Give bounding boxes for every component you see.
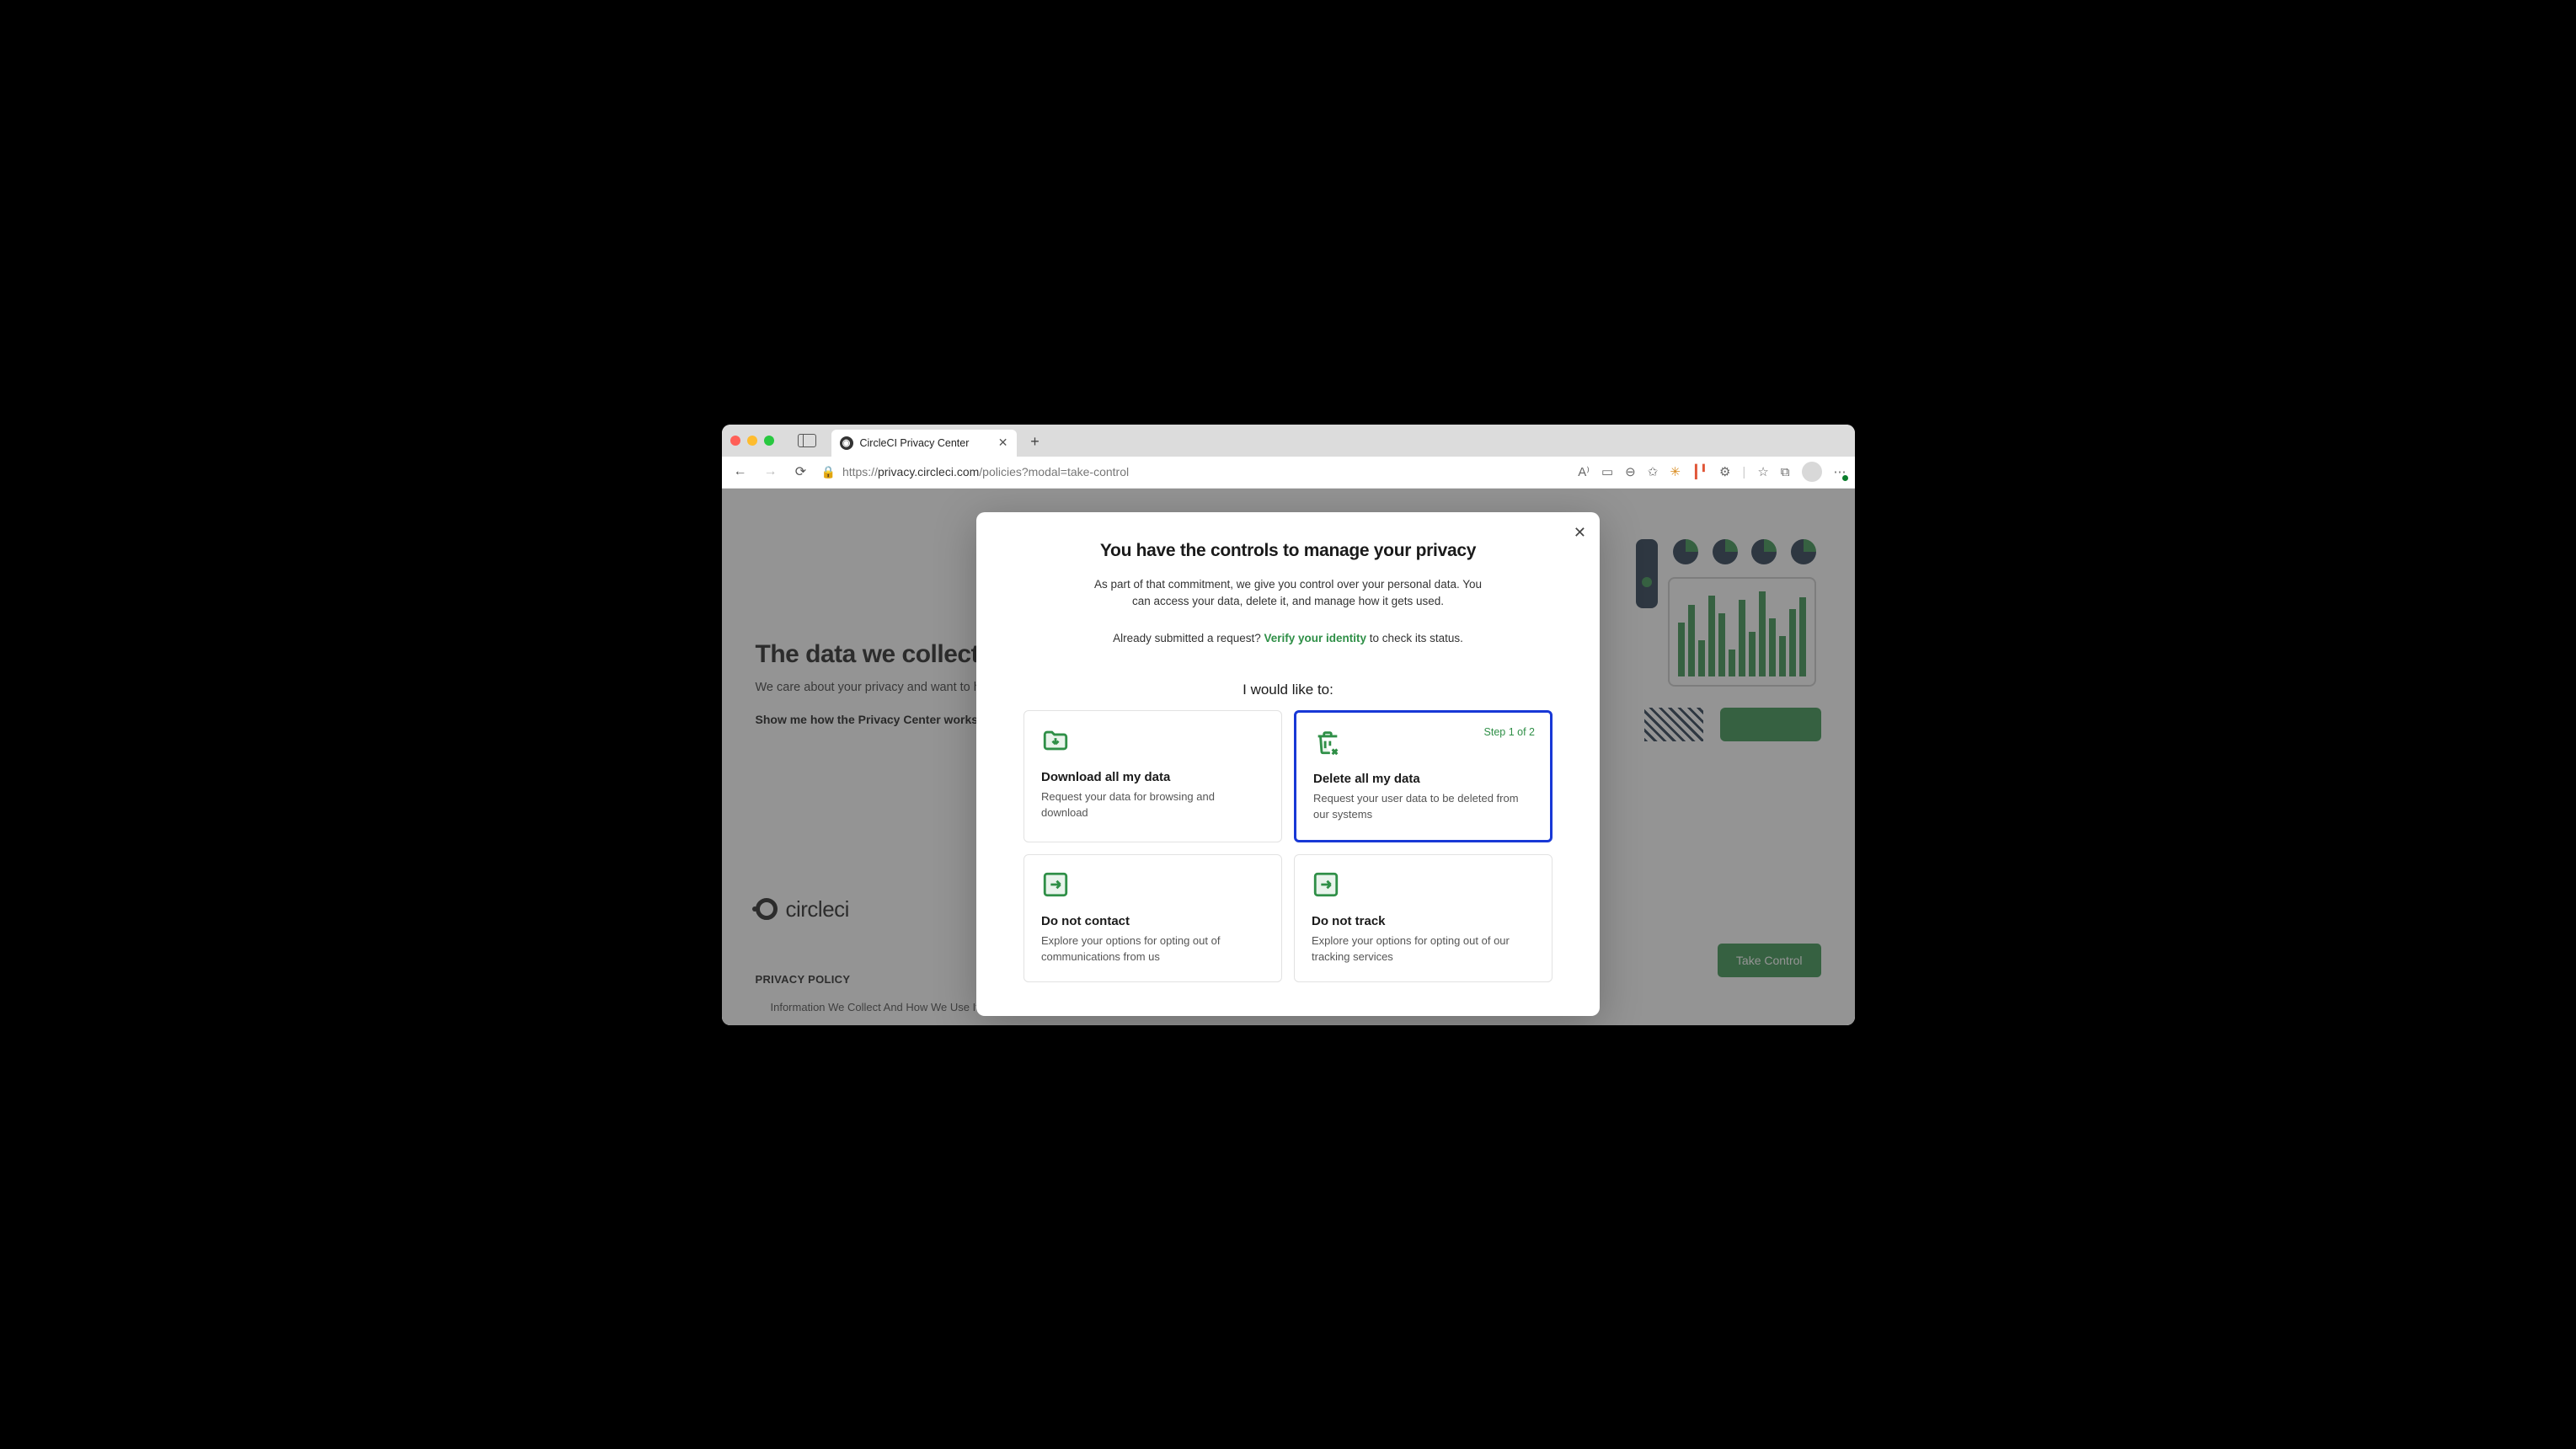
privacy-modal: ✕ You have the controls to manage your p… [976, 512, 1600, 1017]
card-desc: Request your data for browsing and downl… [1041, 789, 1264, 821]
url-text: https://privacy.circleci.com/policies?mo… [842, 465, 1129, 479]
arrow-right-box-icon [1312, 870, 1340, 899]
verify-identity-link[interactable]: Verify your identity [1264, 632, 1367, 644]
extensions-icon[interactable]: ⚙ [1719, 464, 1730, 479]
forward-button[interactable]: → [761, 464, 781, 479]
new-tab-button[interactable]: + [1023, 430, 1047, 454]
trash-x-icon [1313, 728, 1342, 757]
toolbar-right: A⁾ ▭ ⊖ ✩ ✳ ┃╹ ⚙ | ☆ ⧉ ⋯ [1578, 462, 1846, 482]
browser-window: ◉ CircleCI Privacy Center ✕ + ← → ⟳ 🔒 ht… [722, 425, 1855, 1025]
window-minimize-button[interactable] [747, 436, 757, 446]
collections-icon[interactable]: ⧉ [1781, 465, 1790, 479]
modal-title: You have the controls to manage your pri… [1023, 541, 1553, 561]
tab-favicon: ◉ [840, 436, 853, 450]
modal-section-title: I would like to: [1023, 682, 1553, 698]
arrow-right-box-icon [1041, 870, 1070, 899]
read-aloud-icon[interactable]: A⁾ [1578, 464, 1590, 479]
window-close-button[interactable] [730, 436, 740, 446]
sidebar-toggle-icon[interactable] [798, 434, 816, 447]
card-delete-data[interactable]: Step 1 of 2 Delete all my data Request y… [1294, 710, 1553, 842]
card-desc: Explore your options for opting out of c… [1041, 933, 1264, 965]
modal-overlay[interactable]: ✕ You have the controls to manage your p… [722, 489, 1855, 1025]
favorites-add-icon[interactable]: ✩ [1648, 464, 1659, 479]
window-maximize-button[interactable] [764, 436, 774, 446]
modal-verify-line: Already submitted a request? Verify your… [1023, 632, 1553, 644]
menu-button[interactable]: ⋯ [1834, 464, 1846, 479]
tab-title: CircleCI Privacy Center [860, 437, 970, 449]
back-button[interactable]: ← [730, 464, 751, 479]
card-step-badge: Step 1 of 2 [1484, 726, 1535, 738]
reader-icon[interactable]: ▭ [1601, 464, 1613, 479]
profile-avatar[interactable] [1802, 462, 1822, 482]
zoom-out-icon[interactable]: ⊖ [1625, 464, 1636, 479]
card-title: Do not contact [1041, 914, 1264, 928]
url-field[interactable]: 🔒 https://privacy.circleci.com/policies?… [821, 465, 1569, 479]
favorites-icon[interactable]: ☆ [1757, 464, 1768, 479]
tab-close-icon[interactable]: ✕ [998, 436, 1008, 450]
card-title: Download all my data [1041, 770, 1264, 784]
card-title: Delete all my data [1313, 772, 1533, 786]
card-do-not-contact[interactable]: Do not contact Explore your options for … [1023, 854, 1282, 983]
card-download-data[interactable]: Download all my data Request your data f… [1023, 710, 1282, 842]
window-controls [730, 436, 774, 446]
card-title: Do not track [1312, 914, 1535, 928]
modal-close-button[interactable]: ✕ [1574, 524, 1586, 542]
page-viewport: The data we collect, how it's u We care … [722, 489, 1855, 1025]
card-desc: Request your user data to be deleted fro… [1313, 791, 1533, 823]
option-cards-grid: Download all my data Request your data f… [1023, 710, 1553, 982]
tab-bar: ◉ CircleCI Privacy Center ✕ + [722, 425, 1855, 457]
extension-bug-icon[interactable]: ✳ [1670, 464, 1681, 479]
card-do-not-track[interactable]: Do not track Explore your options for op… [1294, 854, 1553, 983]
lock-icon: 🔒 [821, 465, 836, 479]
folder-download-icon [1041, 726, 1070, 755]
reload-button[interactable]: ⟳ [791, 463, 811, 480]
address-bar: ← → ⟳ 🔒 https://privacy.circleci.com/pol… [722, 457, 1855, 489]
modal-subtitle: As part of that commitment, we give you … [1094, 576, 1482, 611]
extension-bar-icon[interactable]: ┃╹ [1692, 464, 1708, 479]
card-desc: Explore your options for opting out of o… [1312, 933, 1535, 965]
browser-tab[interactable]: ◉ CircleCI Privacy Center ✕ [831, 430, 1017, 457]
